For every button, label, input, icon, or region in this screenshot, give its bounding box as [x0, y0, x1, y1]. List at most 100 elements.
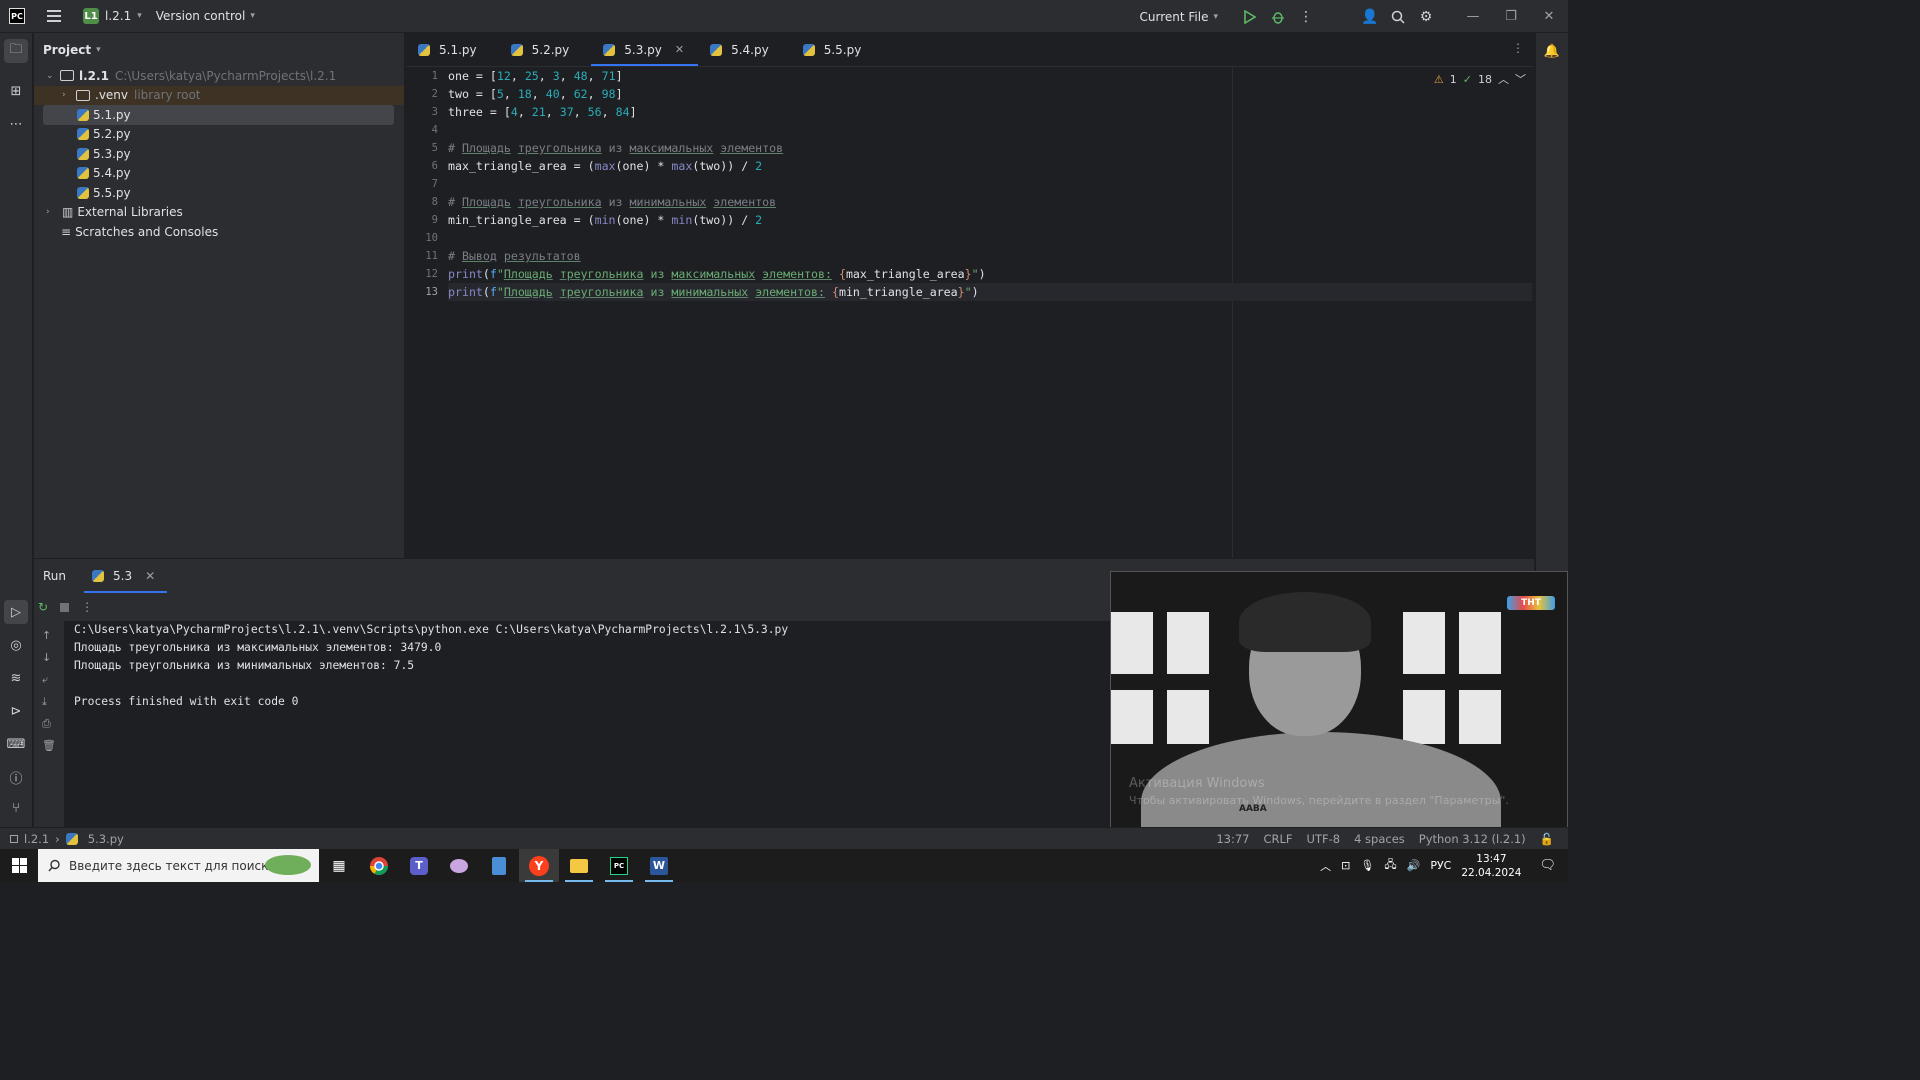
editor-tab-active[interactable]: 5.3.py ✕ [591, 33, 698, 66]
chevron-up-icon[interactable]: ︿ [1320, 858, 1331, 874]
word-app[interactable]: W [639, 849, 679, 882]
editor-tab[interactable]: 5.4.py [698, 33, 783, 66]
close-tab-icon[interactable]: ✕ [675, 43, 684, 56]
tree-root[interactable]: ⌄ l.2.1 C:\Users\katya\PycharmProjects\l… [34, 66, 404, 86]
task-view-button[interactable]: ▦ [319, 849, 359, 882]
explorer-app[interactable] [559, 849, 599, 882]
indent-setting[interactable]: 4 spaces [1354, 832, 1405, 846]
tab-options-icon[interactable]: ⋮ [1512, 41, 1524, 55]
editor-tab[interactable]: 5.1.py [406, 33, 491, 66]
tree-file[interactable]: 5.1.py [43, 105, 394, 125]
close-tab-icon[interactable]: ✕ [145, 569, 155, 583]
notifications-button[interactable]: 🔔 [1540, 39, 1564, 63]
venv-name: .venv [95, 88, 129, 103]
activation-watermark-sub: Чтобы активировать Windows, перейдите в … [1129, 794, 1509, 807]
arrow-up-icon[interactable]: ↑ [42, 629, 51, 642]
run-toolbar: ↻ ⋮ [34, 595, 1109, 619]
input-language[interactable]: РУС [1430, 859, 1451, 872]
print-icon[interactable]: ⎙ [42, 717, 51, 731]
project-switcher[interactable]: L1 l.2.1 ▾ [83, 8, 142, 24]
more-tools-button[interactable]: ⋯ [4, 112, 28, 136]
meet-now-icon[interactable]: ⊡ [1341, 859, 1350, 872]
stop-icon[interactable] [60, 602, 70, 612]
run-button[interactable] [1236, 3, 1264, 31]
run-config-tab[interactable]: 5.3 ✕ [83, 559, 168, 593]
tree-scratches[interactable]: ≡ Scratches and Consoles [34, 222, 404, 242]
breadcrumb-project[interactable]: l.2.1 [24, 832, 49, 846]
code-area[interactable]: one = [12, 25, 3, 48, 71] two = [5, 18, … [448, 67, 1532, 558]
tree-file[interactable]: 5.3.py [34, 144, 404, 164]
video-overlay[interactable]: ТНТ Активация Windows Чтобы активировать… [1110, 571, 1568, 828]
run-config-selector[interactable]: Current File ▾ [1140, 10, 1219, 24]
chevron-down-icon[interactable]: ﹀ [1515, 71, 1526, 87]
network-icon[interactable]: 🖧 [1384, 856, 1396, 875]
tree-file[interactable]: 5.5.py [34, 183, 404, 203]
restore-button[interactable]: ❐ [1492, 9, 1530, 24]
main-menu-button[interactable] [47, 10, 61, 22]
pycharm-app[interactable]: PC [599, 849, 639, 882]
folder-icon [570, 858, 588, 873]
number-literal: 56 [587, 105, 602, 119]
yandex-browser-app[interactable]: Y [519, 849, 559, 882]
editor-tab[interactable]: 5.2.py [499, 33, 584, 66]
python-packages-button[interactable]: ◎ [4, 633, 28, 657]
layers-button[interactable]: ≋ [4, 666, 28, 690]
file-encoding[interactable]: UTF-8 [1307, 832, 1341, 846]
string-word: Площадь [503, 267, 553, 281]
run-tool-button[interactable]: ▷ [4, 600, 28, 624]
snipping-app[interactable] [439, 849, 479, 882]
soft-wrap-icon[interactable]: ⤶ [42, 673, 48, 687]
taskbar-search-input[interactable]: Введите здесь текст для поиска [38, 849, 319, 882]
trash-icon[interactable]: 🗑 [42, 739, 56, 752]
warning-icon: ⚠ [1433, 72, 1444, 86]
services-button[interactable]: ⊳ [4, 699, 28, 723]
breadcrumb-file[interactable]: 5.3.py [88, 832, 124, 846]
rerun-icon[interactable]: ↻ [38, 600, 48, 614]
interpreter-selector[interactable]: Python 3.12 (l.2.1) [1419, 832, 1526, 846]
comment-word: Площадь [461, 141, 511, 155]
tree-file[interactable]: 5.4.py [34, 164, 404, 184]
code-line: one = [12, 25, 3, 48, 71] [448, 69, 623, 83]
console-output[interactable]: C:\Users\katya\PycharmProjects\l.2.1\.ve… [65, 621, 1110, 827]
start-button[interactable] [0, 849, 38, 882]
var-name: two [448, 87, 469, 101]
line-separator[interactable]: CRLF [1263, 832, 1292, 846]
version-control-menu[interactable]: Version control ▾ [156, 9, 255, 23]
caret-position[interactable]: 13:77 [1216, 832, 1249, 846]
inspection-widget[interactable]: ⚠ 1 ✓ 18 ︿ ﹀ [1434, 71, 1526, 87]
status-bar: l.2.1 › 5.3.py 13:77 CRLF UTF-8 4 spaces… [0, 827, 1568, 849]
settings-button[interactable]: ⚙ [1412, 3, 1440, 31]
tree-venv[interactable]: › .venv library root [34, 85, 404, 105]
problems-button[interactable]: ⓘ [4, 765, 28, 789]
structure-tool-button[interactable]: ⊞ [4, 79, 28, 103]
editor-tab[interactable]: 5.5.py [791, 33, 876, 66]
more-actions-button[interactable]: ⋮ [1292, 3, 1320, 31]
project-tool-button[interactable]: 🗀 [4, 39, 28, 63]
tree-file[interactable]: 5.2.py [34, 125, 404, 145]
code-with-me-button[interactable]: 👤 [1356, 3, 1384, 31]
microphone-icon[interactable]: 🎙 [1360, 859, 1374, 872]
file-name: 5.4.py [93, 166, 131, 181]
debug-button[interactable] [1264, 3, 1292, 31]
search-everywhere-button[interactable] [1384, 3, 1412, 31]
chevron-up-icon[interactable]: ︿ [1498, 71, 1509, 87]
tree-external-libraries[interactable]: › ▥ External Libraries [34, 203, 404, 223]
more-vertical-icon[interactable]: ⋮ [81, 600, 93, 614]
close-window-button[interactable]: ✕ [1530, 9, 1568, 24]
venv-hint: library root [134, 88, 201, 103]
scroll-to-end-icon[interactable]: ⤓ [42, 695, 47, 709]
lock-icon[interactable]: 🔓 [1540, 832, 1554, 846]
external-libraries-label: External Libraries [77, 205, 183, 220]
notification-center-icon[interactable]: 🗨 [1539, 858, 1556, 873]
volume-icon[interactable]: 🔊 [1407, 859, 1421, 872]
terminal-button[interactable]: ⌨ [4, 732, 28, 756]
git-button[interactable]: ⑂ [4, 796, 28, 820]
python-file-icon [77, 128, 89, 141]
chrome-app[interactable] [359, 849, 399, 882]
arrow-down-icon[interactable]: ↓ [42, 651, 51, 664]
teams-app[interactable]: T [399, 849, 439, 882]
minimize-button[interactable]: — [1454, 9, 1492, 24]
clock[interactable]: 13:47 22.04.2024 [1461, 852, 1521, 880]
project-pane-header[interactable]: Project ▾ [34, 33, 404, 66]
calculator-app[interactable] [479, 849, 519, 882]
